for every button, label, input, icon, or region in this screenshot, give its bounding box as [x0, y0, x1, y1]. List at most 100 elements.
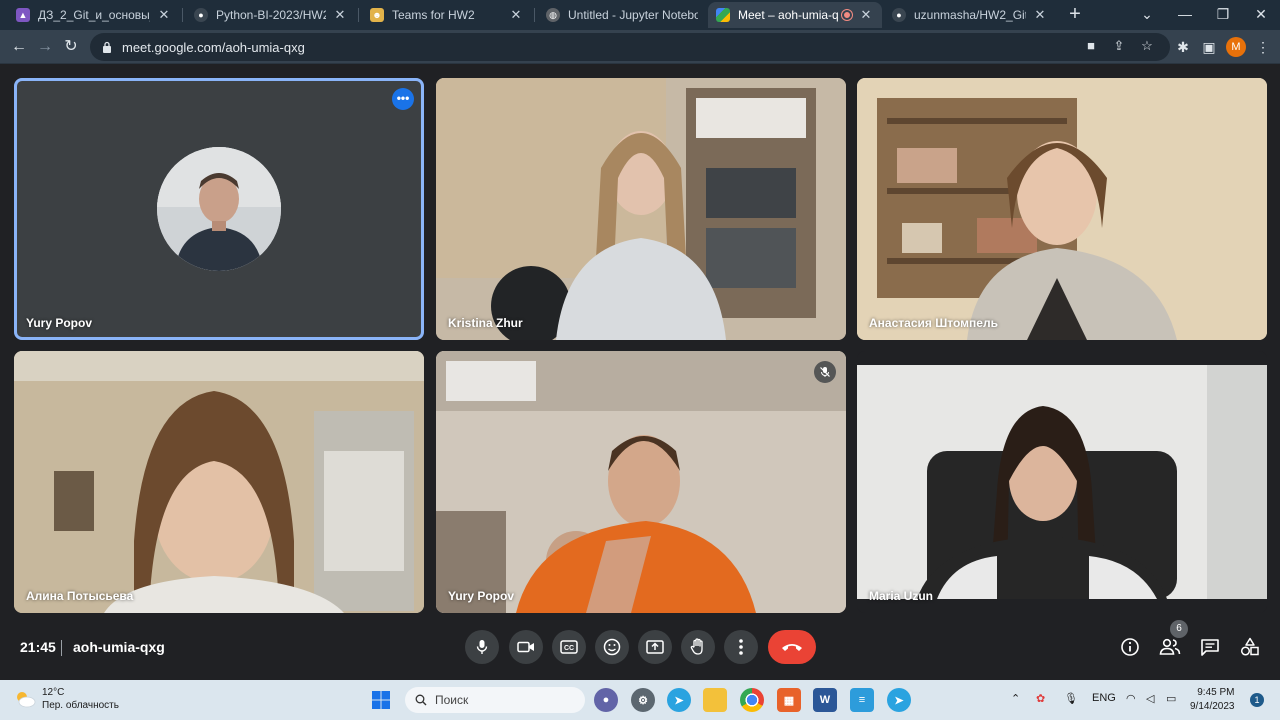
- meeting-time: 21:45: [20, 639, 56, 655]
- camera-button[interactable]: [509, 630, 543, 664]
- battery-icon[interactable]: ▭: [1166, 692, 1176, 705]
- present-screen-button[interactable]: [638, 630, 672, 664]
- word-icon[interactable]: W: [813, 688, 837, 712]
- chat-app-icon[interactable]: ●: [594, 688, 618, 712]
- activities-button[interactable]: [1237, 634, 1263, 660]
- participant-name: Алина Потысьева: [26, 589, 134, 603]
- participant-tile[interactable]: ••• Yury Popov: [14, 78, 424, 340]
- tab-separator: [182, 8, 183, 22]
- weather-description: Пер. облачность: [42, 700, 119, 711]
- close-icon[interactable]: ✕: [858, 7, 874, 23]
- extensions-icon[interactable]: ✱: [1172, 36, 1194, 58]
- microphone-tray-icon[interactable]: 🎙: [1064, 692, 1078, 705]
- back-arrow-icon[interactable]: ←: [8, 36, 30, 58]
- browser-tab[interactable]: ☻ Teams for HW2 ✕: [362, 2, 532, 28]
- chat-icon: [1201, 639, 1219, 656]
- telegram-icon[interactable]: ➤: [667, 688, 691, 712]
- profile-avatar[interactable]: M: [1226, 37, 1246, 57]
- input-language[interactable]: ENG: [1092, 692, 1116, 704]
- reactions-button[interactable]: [595, 630, 629, 664]
- close-icon[interactable]: ✕: [332, 7, 348, 23]
- search-placeholder: Поиск: [435, 693, 469, 707]
- maximize-icon[interactable]: ❐: [1204, 0, 1242, 30]
- windows-taskbar: 12°C Пер. облачность Поиск ● ⚙ ➤ ▦ W ≡ ➤…: [0, 680, 1280, 720]
- browser-tab[interactable]: ◍ Untitled - Jupyter Notebook: [538, 2, 706, 28]
- participant-name: Анастасия Штомпель: [869, 316, 998, 330]
- participant-tile[interactable]: Maria Uzun: [857, 351, 1267, 613]
- participant-tile[interactable]: Yury Popov: [436, 351, 846, 613]
- close-window-icon[interactable]: ✕: [1242, 0, 1280, 30]
- muted-mic-icon: [814, 361, 836, 383]
- address-bar[interactable]: meet.google.com/aoh-umia-qxg ■ ⇪ ☆: [90, 33, 1170, 61]
- bookmark-star-icon[interactable]: ☆: [1138, 37, 1156, 55]
- teams-icon: ☻: [370, 8, 384, 22]
- close-icon[interactable]: ✕: [1032, 7, 1048, 23]
- close-icon[interactable]: ✕: [508, 7, 524, 23]
- tab-title: Python-BI-2023/HW2_Git_a: [216, 8, 326, 22]
- participant-name: Kristina Zhur: [448, 316, 523, 330]
- side-panel-icon[interactable]: ▣: [1198, 36, 1220, 58]
- microphone-button[interactable]: [465, 630, 499, 664]
- settings-icon[interactable]: ⚙: [631, 688, 655, 712]
- participant-tile[interactable]: Анастасия Штомпель: [857, 78, 1267, 340]
- weather-widget[interactable]: 12°C Пер. облачность: [14, 686, 119, 712]
- participant-name: Yury Popov: [26, 316, 93, 330]
- lock-icon: [103, 41, 111, 53]
- volume-icon[interactable]: ◁: [1146, 692, 1154, 705]
- browser-tab-strip: ▲ ДЗ_2_Git_и_основы_python ✕ ● Python-BI…: [0, 0, 1280, 30]
- close-icon[interactable]: ✕: [156, 7, 172, 23]
- raise-hand-button[interactable]: [681, 630, 715, 664]
- browser-tab[interactable]: ● Python-BI-2023/HW2_Git_a ✕: [186, 2, 356, 28]
- hang-up-phone-icon: [782, 644, 802, 651]
- wifi-icon[interactable]: ◠: [1126, 692, 1136, 705]
- browser-tab-active[interactable]: Meet – aoh-umia-qxg ✕: [708, 2, 882, 28]
- clock-date: 9/14/2023: [1190, 701, 1235, 712]
- github-icon: ●: [892, 8, 906, 22]
- tab-title: uzunmasha/HW2_Git_and_p: [914, 8, 1026, 22]
- participant-tile[interactable]: Алина Потысьева: [14, 351, 424, 613]
- file-explorer-icon[interactable]: [703, 688, 727, 712]
- emoji-icon: [603, 638, 621, 656]
- github-icon: ●: [194, 8, 208, 22]
- reload-icon[interactable]: ↻: [60, 36, 82, 58]
- menu-kebab-icon[interactable]: ⋮: [1252, 36, 1274, 58]
- tray-chevron-icon[interactable]: ⌃: [1011, 692, 1020, 705]
- captions-icon: CC: [560, 640, 578, 654]
- captions-button[interactable]: CC: [552, 630, 586, 664]
- telegram-icon[interactable]: ➤: [887, 688, 911, 712]
- minimize-icon[interactable]: —: [1166, 0, 1204, 30]
- taskbar-search[interactable]: Поиск: [405, 687, 585, 713]
- tab-search-chevron-icon[interactable]: ⌄: [1128, 0, 1166, 30]
- calendar-app-icon[interactable]: ▦: [777, 688, 801, 712]
- video-feed: [436, 351, 846, 613]
- chrome-icon[interactable]: [740, 688, 764, 712]
- notepad-icon[interactable]: ≡: [850, 688, 874, 712]
- share-icon[interactable]: ⇪: [1110, 37, 1128, 55]
- classroom-icon: ▲: [16, 8, 30, 22]
- system-clock[interactable]: 9:45 PM 9/14/2023: [1190, 686, 1235, 714]
- windows-start-icon[interactable]: [369, 688, 393, 712]
- tray-app-icon[interactable]: ✿: [1036, 692, 1045, 705]
- meeting-details-button[interactable]: [1117, 634, 1143, 660]
- browser-tab[interactable]: ▲ ДЗ_2_Git_и_основы_python ✕: [8, 2, 180, 28]
- forward-arrow-icon[interactable]: →: [34, 36, 56, 58]
- leave-call-button[interactable]: [768, 630, 816, 664]
- weather-temperature: 12°C: [42, 687, 65, 698]
- browser-tab[interactable]: ● uzunmasha/HW2_Git_and_p ✕: [884, 2, 1056, 28]
- browser-toolbar: ← → ↻ meet.google.com/aoh-umia-qxg ■ ⇪ ☆…: [0, 30, 1280, 64]
- notification-badge[interactable]: 1: [1250, 693, 1264, 707]
- tab-title: Untitled - Jupyter Notebook: [568, 8, 698, 22]
- participant-name: Maria Uzun: [869, 589, 934, 603]
- camera-in-use-icon[interactable]: ■: [1082, 37, 1100, 55]
- globe-icon: ◍: [546, 8, 560, 22]
- more-options-button[interactable]: [724, 630, 758, 664]
- tab-separator: [358, 8, 359, 22]
- camera-icon: [517, 641, 534, 653]
- clock-time: 9:45 PM: [1197, 687, 1235, 698]
- participant-tile[interactable]: Kristina Zhur: [436, 78, 846, 340]
- video-feed: [14, 351, 424, 613]
- more-options-button[interactable]: •••: [392, 88, 414, 110]
- new-tab-button[interactable]: +: [1064, 4, 1086, 26]
- chat-button[interactable]: [1197, 634, 1223, 660]
- activities-shapes-icon: [1240, 637, 1259, 656]
